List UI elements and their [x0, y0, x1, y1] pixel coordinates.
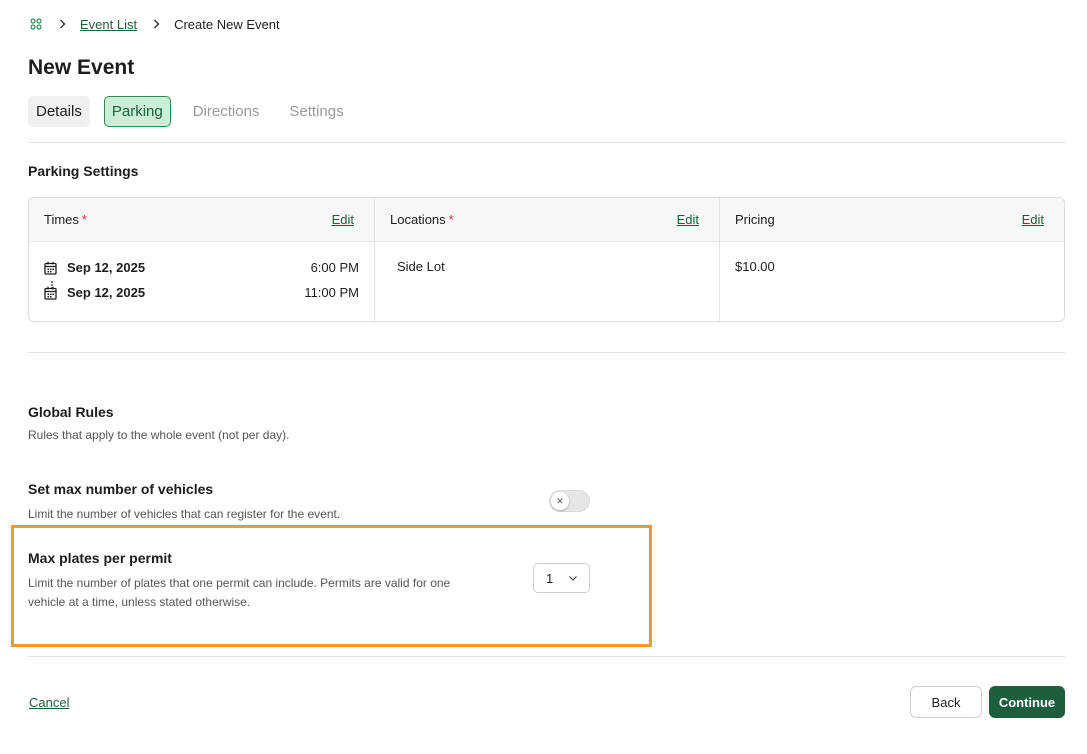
- calendar-icon: [44, 261, 57, 275]
- close-icon: ✕: [551, 492, 569, 510]
- locations-label: Locations: [390, 212, 446, 227]
- price-cell: $10.00: [735, 259, 775, 274]
- divider: [28, 142, 1065, 143]
- start-date: Sep 12, 2025: [67, 260, 146, 275]
- required-mark: *: [81, 212, 87, 227]
- breadcrumb-event-list[interactable]: Event List: [80, 17, 137, 32]
- max-plates-description-line1: Limit the number of plates that one perm…: [28, 576, 451, 590]
- pricing-label: Pricing: [735, 212, 775, 227]
- locations-header: Locations * Edit: [375, 198, 720, 241]
- cancel-link[interactable]: Cancel: [29, 695, 69, 710]
- required-mark: *: [448, 212, 454, 227]
- max-vehicles-description: Limit the number of vehicles that can re…: [28, 507, 341, 521]
- back-button[interactable]: Back: [910, 686, 982, 718]
- parking-settings-title: Parking Settings: [28, 163, 139, 179]
- tab-details[interactable]: Details: [28, 96, 90, 127]
- pricing-header: Pricing Edit: [720, 198, 1064, 241]
- start-time: 6:00 PM: [310, 260, 359, 275]
- tab-settings[interactable]: Settings: [281, 96, 351, 127]
- table-row: Sep 12, 2025 6:00 PM Sep 12, 2025 11:00 …: [29, 242, 1064, 321]
- edit-pricing-link[interactable]: Edit: [1022, 212, 1044, 227]
- chevron-right-icon: [153, 19, 160, 29]
- times-label: Times: [44, 212, 79, 227]
- end-date: Sep 12, 2025: [67, 285, 146, 300]
- end-time-row: Sep 12, 2025 11:00 PM: [44, 280, 374, 305]
- divider: [28, 656, 1065, 657]
- times-header: Times * Edit: [29, 198, 375, 241]
- end-time: 11:00 PM: [304, 285, 359, 300]
- edit-locations-link[interactable]: Edit: [677, 212, 699, 227]
- start-time-row: Sep 12, 2025 6:00 PM: [44, 255, 374, 280]
- divider: [28, 352, 1065, 353]
- table-header: Times * Edit Locations * Edit Pricing Edit: [29, 198, 1064, 242]
- global-rules-subtitle: Rules that apply to the whole event (not…: [28, 428, 290, 442]
- chevron-right-icon: [59, 19, 66, 29]
- continue-button[interactable]: Continue: [989, 686, 1065, 718]
- max-vehicles-toggle[interactable]: ✕: [549, 490, 590, 512]
- times-cell: Sep 12, 2025 6:00 PM Sep 12, 2025 11:00 …: [29, 242, 375, 321]
- max-plates-select[interactable]: 1: [533, 563, 590, 593]
- max-plates-title: Max plates per permit: [28, 550, 172, 566]
- grid-icon[interactable]: [29, 17, 43, 31]
- global-rules-title: Global Rules: [28, 404, 114, 420]
- breadcrumb: Event List Create New Event: [29, 15, 280, 33]
- chevron-down-icon: [568, 573, 578, 583]
- page-title: New Event: [28, 56, 135, 79]
- parking-settings-table: Times * Edit Locations * Edit Pricing Edit…: [28, 197, 1065, 322]
- edit-times-link[interactable]: Edit: [332, 212, 354, 227]
- calendar-icon: [44, 286, 57, 300]
- breadcrumb-current: Create New Event: [174, 16, 280, 32]
- tab-directions[interactable]: Directions: [185, 96, 268, 127]
- max-vehicles-title: Set max number of vehicles: [28, 481, 214, 497]
- tab-bar: Details Parking Directions Settings: [28, 96, 366, 127]
- max-plates-description-line2: vehicle at a time, unless stated otherwi…: [28, 595, 251, 609]
- max-plates-value: 1: [546, 570, 554, 586]
- tab-parking[interactable]: Parking: [103, 96, 171, 127]
- location-cell: Side Lot: [375, 242, 720, 321]
